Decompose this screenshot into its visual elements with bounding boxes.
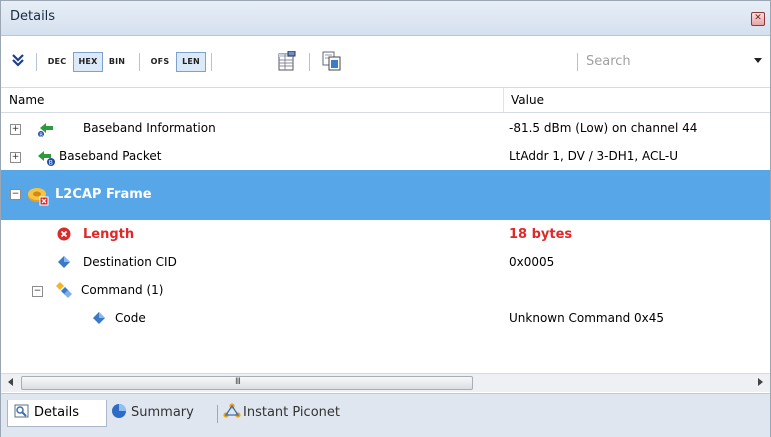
close-icon[interactable]: ✕ [751, 12, 765, 26]
tree-row-baseband-information[interactable]: + B Baseband Information -81.5 dBm (Low)… [1, 115, 770, 143]
row-value: 18 bytes [509, 227, 573, 242]
collapse-toggle[interactable]: − [10, 189, 21, 200]
details-icon [14, 403, 30, 419]
tab-label: Summary [131, 405, 194, 420]
piconet-icon [223, 403, 241, 419]
column-divider[interactable] [503, 88, 504, 112]
bin-button[interactable]: BIN [103, 52, 131, 72]
tab-instant-piconet[interactable]: Instant Piconet [223, 400, 340, 426]
command-icon [56, 281, 74, 299]
double-chevron-down-icon[interactable] [11, 53, 25, 69]
search-input[interactable] [586, 51, 746, 71]
l2cap-error-icon [27, 184, 49, 206]
collapse-toggle[interactable]: − [32, 286, 43, 297]
column-header: Name Value [1, 88, 770, 113]
tab-details[interactable]: Details [7, 400, 107, 427]
scrollbar-grip: III [235, 377, 241, 387]
baseband-info-icon: B [37, 120, 55, 138]
error-icon [57, 227, 71, 241]
scroll-left-arrow-icon[interactable] [8, 378, 13, 386]
value-column-header[interactable]: Value [511, 93, 544, 107]
row-name: Baseband Information [83, 121, 216, 135]
details-panel: Details ✕ DEC HEX BIN OFS LEN Search Nam… [0, 0, 771, 437]
tree-row-baseband-packet[interactable]: + B Baseband Packet LtAddr 1, DV / 3-DH1… [1, 143, 770, 171]
row-name: Command (1) [81, 283, 164, 297]
tree-row-code[interactable]: Code Unknown Command 0x45 [1, 305, 770, 333]
toolbar-separator [139, 53, 140, 71]
ofs-button[interactable]: OFS [146, 52, 174, 72]
row-value: LtAddr 1, DV / 3-DH1, ACL-U [509, 149, 679, 163]
copy-icon[interactable] [322, 51, 342, 71]
panel-title-bar: Details ✕ [1, 1, 770, 36]
tab-separator [217, 405, 218, 423]
summary-icon [111, 403, 127, 419]
tab-summary[interactable]: Summary [111, 400, 194, 426]
row-value: 0x0005 [509, 255, 555, 269]
dec-button[interactable]: DEC [43, 52, 71, 72]
bottom-tab-bar: Details Summary Instant Piconet [1, 393, 770, 437]
row-name: L2CAP Frame [55, 187, 152, 202]
toolbar-separator [36, 53, 37, 71]
chevron-down-icon[interactable] [754, 58, 762, 63]
hex-button[interactable]: HEX [73, 52, 103, 72]
row-name: Destination CID [83, 255, 177, 269]
tree-row-destination-cid[interactable]: Destination CID 0x0005 [1, 249, 770, 277]
row-value: -81.5 dBm (Low) on channel 44 [509, 121, 698, 135]
baseband-packet-icon: B [37, 149, 55, 167]
expand-toggle[interactable]: + [10, 152, 21, 163]
tab-label: Instant Piconet [243, 405, 340, 420]
row-name: Code [115, 311, 146, 325]
diamond-icon [93, 312, 105, 324]
scroll-right-arrow-icon[interactable] [758, 378, 763, 386]
tree-row-command[interactable]: − Command (1) [1, 277, 770, 305]
svg-text:B: B [39, 132, 43, 138]
tree-row-l2cap-frame[interactable]: − L2CAP Frame [1, 170, 770, 220]
toolbar-separator [211, 53, 212, 71]
row-name: Baseband Packet [59, 149, 162, 163]
name-column-header[interactable]: Name [9, 93, 44, 107]
scrollbar-thumb[interactable]: III [21, 376, 473, 390]
toolbar-separator [577, 53, 578, 71]
details-tree: + B Baseband Information -81.5 dBm (Low)… [1, 113, 770, 373]
diamond-icon [58, 256, 70, 268]
tree-row-length[interactable]: Length 18 bytes [1, 221, 770, 249]
panel-title: Details [10, 9, 56, 24]
row-value: Unknown Command 0x45 [509, 311, 665, 325]
horizontal-scrollbar[interactable]: III [1, 373, 770, 392]
column-settings-icon[interactable] [278, 50, 296, 71]
toolbar: DEC HEX BIN OFS LEN [1, 36, 770, 88]
svg-text:B: B [49, 160, 53, 167]
tab-label: Details [34, 405, 80, 420]
len-button[interactable]: LEN [176, 52, 206, 72]
toolbar-separator [309, 53, 310, 71]
expand-toggle[interactable]: + [10, 124, 21, 135]
row-name: Length [83, 227, 135, 242]
